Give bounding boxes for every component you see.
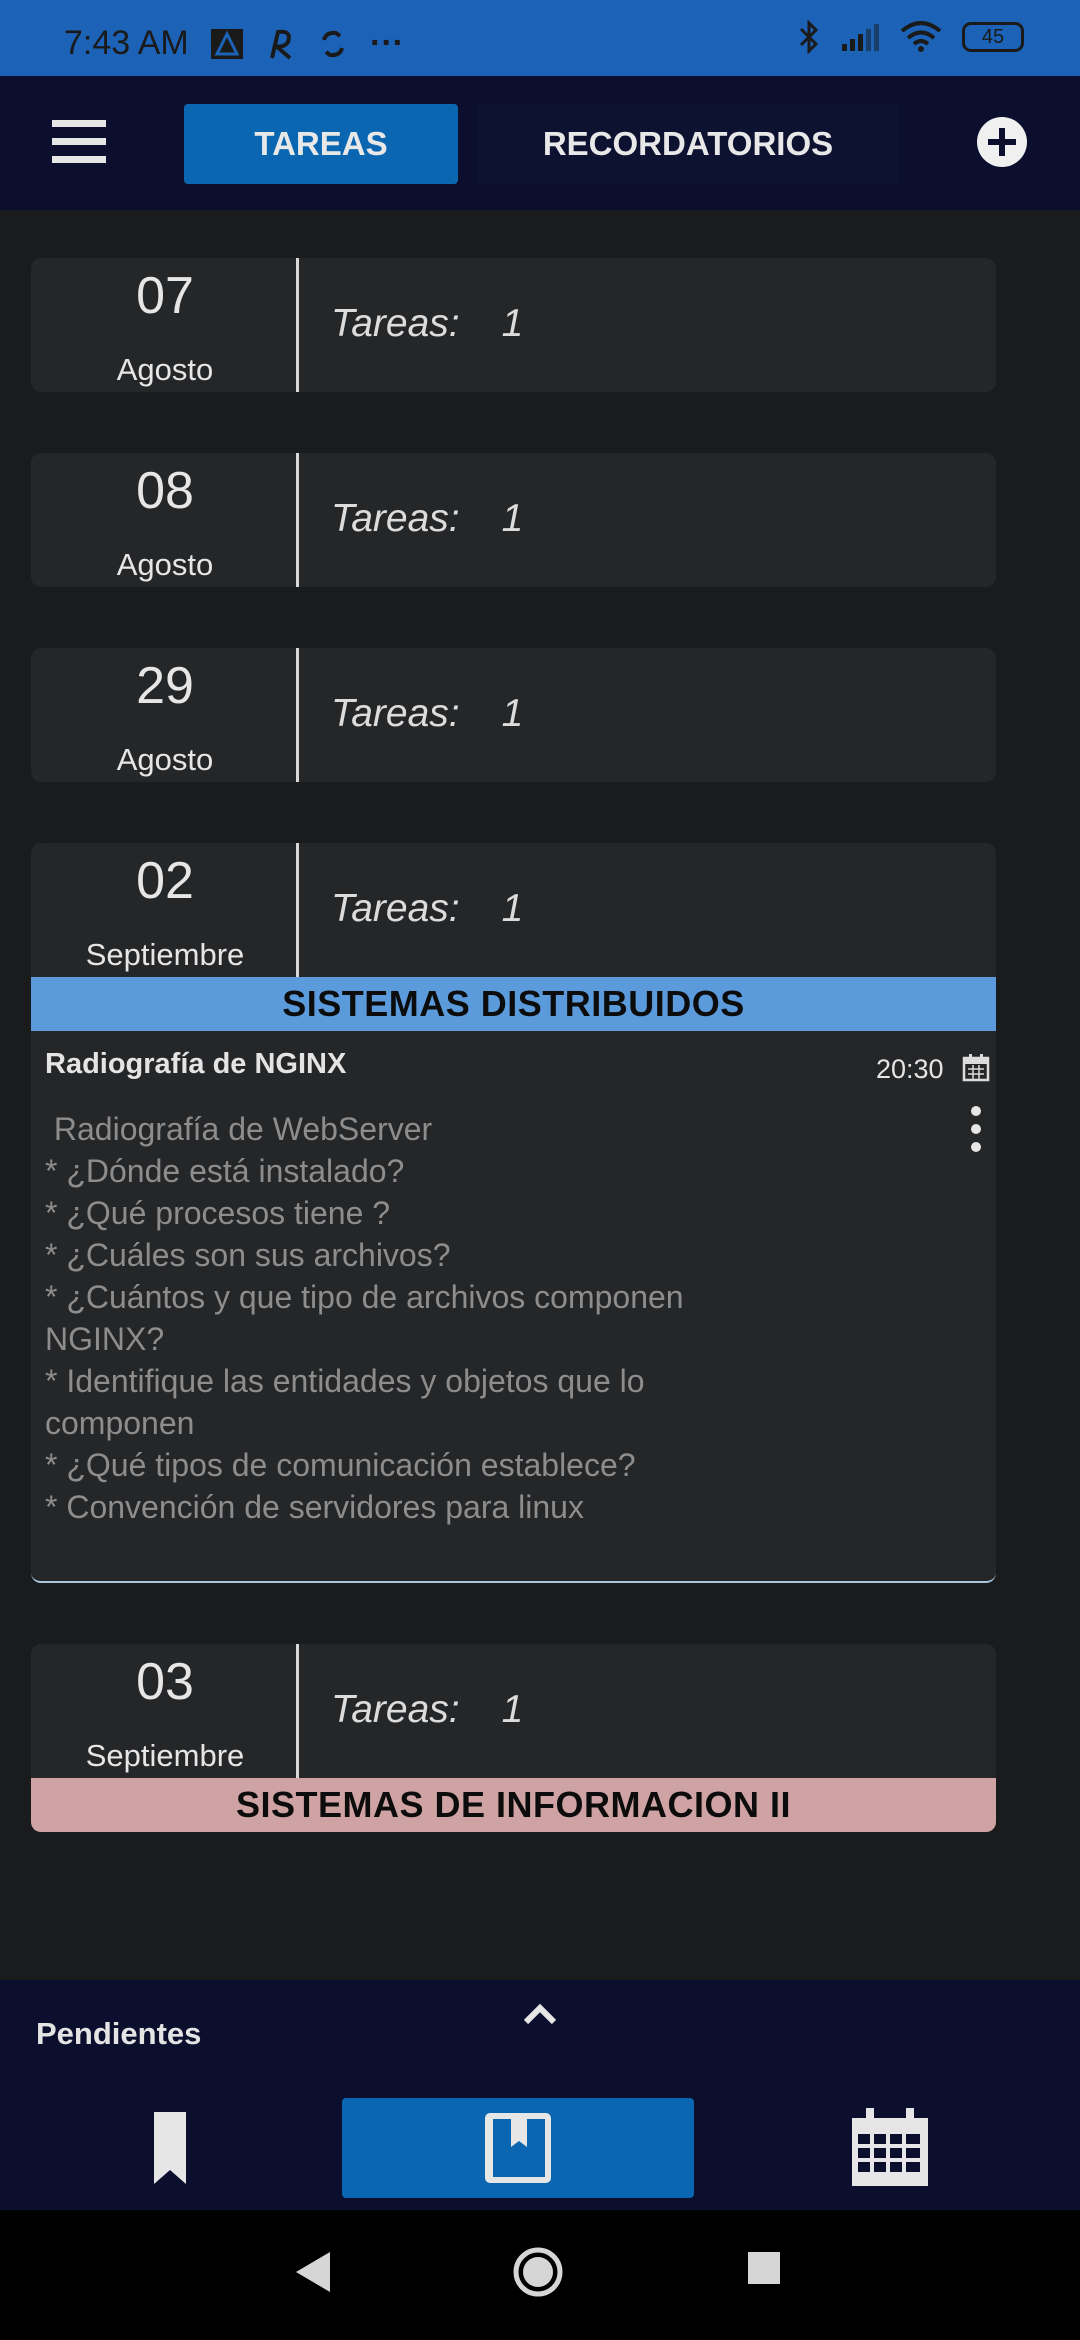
date-day: 07 <box>136 267 194 325</box>
tasks-summary: Tareas: 1 <box>331 887 523 931</box>
nav-bookmark-button[interactable] <box>100 2098 240 2198</box>
date-block: 02 Septiembre <box>31 843 299 977</box>
date-day: 08 <box>136 462 194 520</box>
subject-header: SISTEMAS DISTRIBUIDOS <box>31 977 996 1031</box>
tasks-count: 1 <box>501 887 524 930</box>
wifi-icon <box>900 21 942 52</box>
kebab-menu-icon[interactable] <box>968 1104 984 1154</box>
description-line: * Convención de servidores para linux <box>45 1489 584 1525</box>
calendar-grid-icon <box>852 2108 928 2186</box>
bookmark-icon <box>154 2112 186 2184</box>
date-month: Agosto <box>116 742 214 777</box>
tasks-count: 1 <box>501 1688 524 1731</box>
description-line: * ¿Cuántos y que tipo de archivos compon… <box>45 1279 684 1315</box>
description-line: * Identifique las entidades y objetos qu… <box>45 1363 645 1399</box>
battery-indicator: 45 <box>962 22 1024 52</box>
task-title[interactable]: Radiografía de NGINX <box>45 1048 346 1081</box>
task-description: Radiografía de WebServer * ¿Dónde está i… <box>45 1108 805 1528</box>
day-card[interactable]: 03 Septiembre Tareas: 1 SISTEMAS DE INFOR… <box>31 1644 996 1832</box>
description-line: * ¿Qué procesos tiene ? <box>45 1195 391 1231</box>
signal-icon <box>842 24 879 51</box>
date-month: Septiembre <box>85 1738 245 1773</box>
add-circle-icon[interactable] <box>976 116 1028 168</box>
back-icon[interactable] <box>294 2250 334 2294</box>
system-status-icons: 45 <box>798 20 1024 54</box>
date-month: Agosto <box>116 352 214 387</box>
date-day: 03 <box>136 1653 194 1711</box>
description-line: * ¿Cuáles son sus archivos? <box>45 1237 451 1273</box>
bottom-panel: Pendientes <box>0 1980 1080 2210</box>
recents-icon[interactable] <box>746 2250 782 2286</box>
sync-app-icon <box>322 30 344 57</box>
status-bar: 7:43 AM ··· 45 <box>0 0 1080 76</box>
tasks-summary: Tareas: 1 <box>331 302 523 346</box>
date-block: 08 Agosto <box>31 453 299 587</box>
description-line: * ¿Dónde está instalado? <box>45 1153 405 1189</box>
calendar-icon[interactable] <box>962 1054 990 1082</box>
tasks-count: 1 <box>501 302 524 345</box>
tab-recordatorios[interactable]: RECORDATORIOS <box>478 104 898 184</box>
tasks-count: 1 <box>501 497 524 540</box>
tab-tareas[interactable]: TAREAS <box>184 104 458 184</box>
status-time: 7:43 AM <box>64 24 189 62</box>
nav-calendar-button[interactable] <box>820 2098 960 2198</box>
description-line: NGINX? <box>45 1321 165 1357</box>
date-day: 02 <box>136 852 194 910</box>
date-day: 29 <box>136 657 194 715</box>
tasks-label: Tareas: <box>331 887 460 930</box>
tasks-label: Tareas: <box>331 692 460 735</box>
tasks-summary: Tareas: 1 <box>331 497 523 541</box>
subject-header: SISTEMAS DE INFORMACION II <box>31 1778 996 1832</box>
tasks-label: Tareas: <box>331 302 460 345</box>
system-navigation-bar <box>0 2210 1080 2340</box>
book-icon <box>485 2113 551 2183</box>
date-block: 29 Agosto <box>31 648 299 782</box>
date-month: Septiembre <box>85 937 245 972</box>
description-line: componen <box>45 1405 195 1441</box>
app-bar: TAREAS RECORDATORIOS <box>0 76 1080 210</box>
notification-icons: ··· <box>210 24 404 63</box>
home-icon[interactable] <box>512 2246 564 2298</box>
date-block: 03 Septiembre <box>31 1644 299 1778</box>
day-card[interactable]: 29 Agosto Tareas: 1 <box>31 648 996 782</box>
day-card[interactable]: 07 Agosto Tareas: 1 <box>31 258 996 392</box>
task-time: 20:30 <box>876 1054 944 1084</box>
nav-book-button[interactable] <box>342 2098 694 2198</box>
pendientes-label[interactable]: Pendientes <box>36 2016 201 2052</box>
description-line: * ¿Qué tipos de comunicación establece? <box>45 1447 636 1483</box>
tasks-label: Tareas: <box>331 497 460 540</box>
app-notification-icon <box>211 28 243 59</box>
tasks-label: Tareas: <box>331 1688 460 1731</box>
tasks-count: 1 <box>501 692 524 735</box>
day-card[interactable]: 08 Agosto Tareas: 1 <box>31 453 996 587</box>
menu-icon[interactable] <box>52 118 106 166</box>
more-notifications: ··· <box>370 24 404 62</box>
date-block: 07 Agosto <box>31 258 299 392</box>
date-month: Agosto <box>116 547 214 582</box>
tasks-summary: Tareas: 1 <box>331 1688 523 1732</box>
chevron-up-icon[interactable] <box>520 1998 560 2028</box>
tasks-summary: Tareas: 1 <box>331 692 523 736</box>
bluetooth-icon <box>799 20 819 54</box>
description-line: Radiografía de WebServer <box>45 1111 433 1147</box>
r-app-icon <box>270 29 292 60</box>
